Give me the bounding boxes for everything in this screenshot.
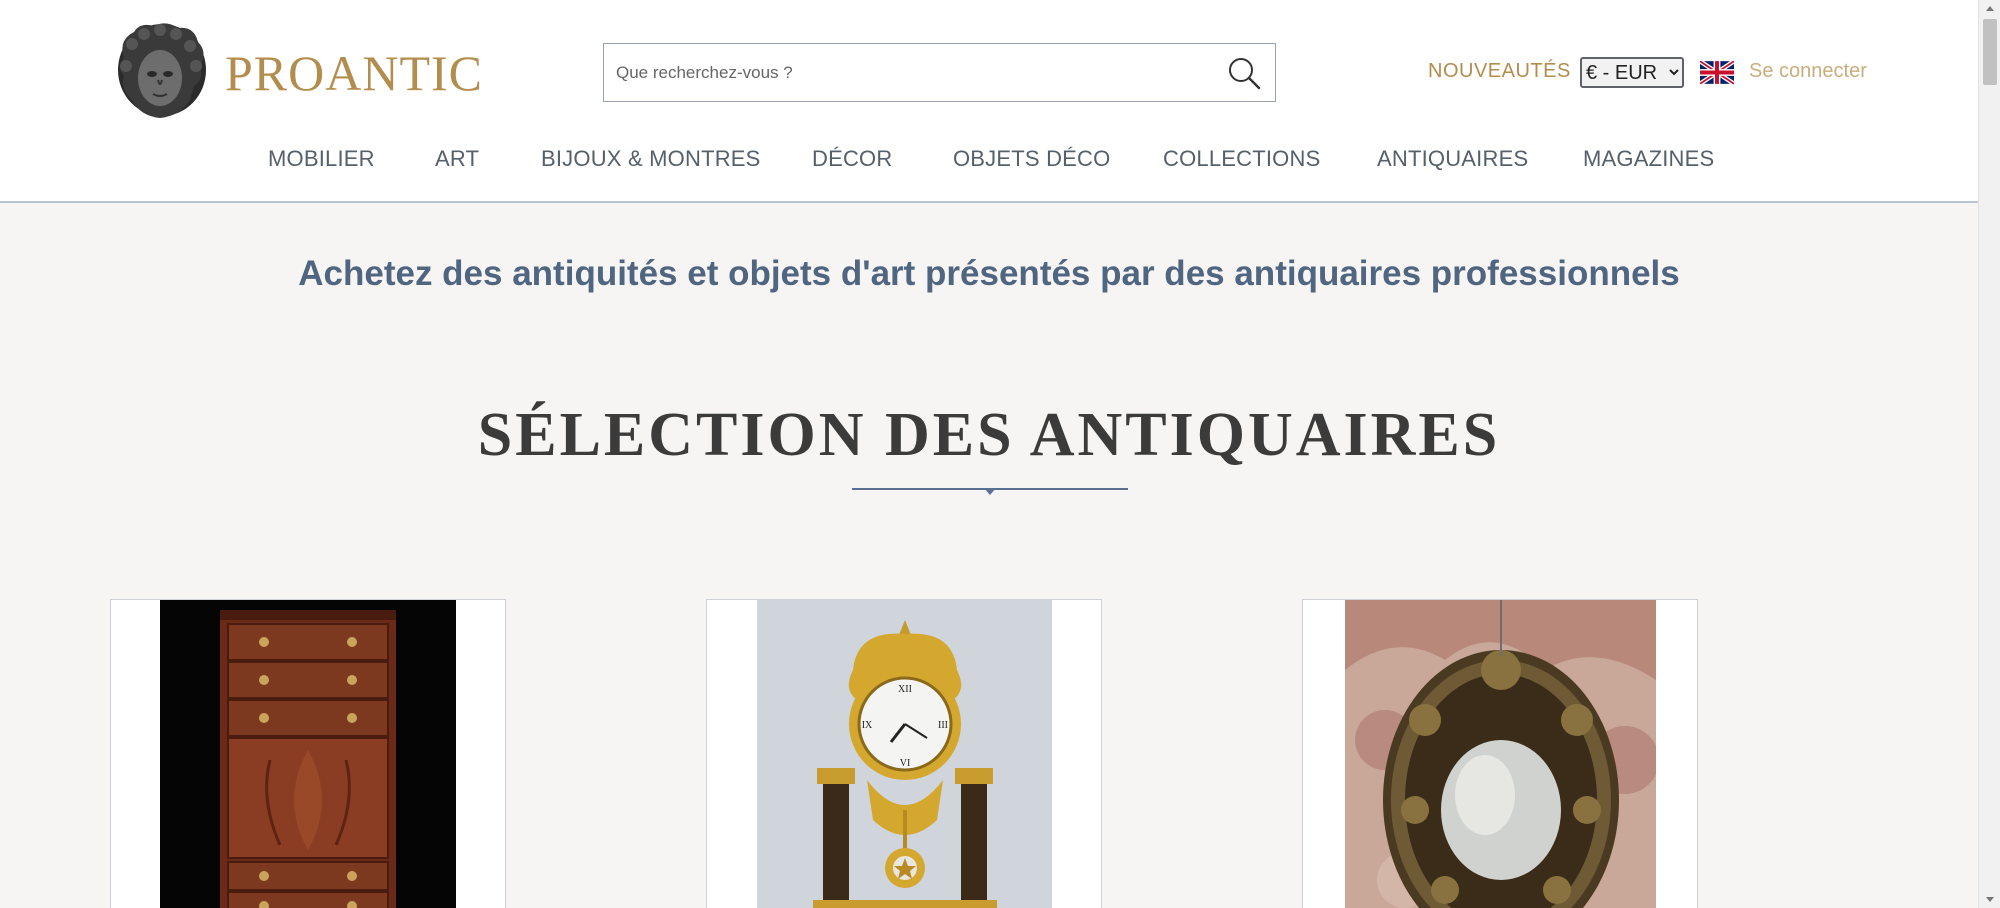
search-input[interactable]	[616, 44, 1206, 101]
mahogany-chest-of-drawers-image	[160, 600, 456, 908]
nav-item-art[interactable]: ART	[435, 146, 479, 172]
nav-item-mobilier[interactable]: MOBILIER	[268, 146, 375, 172]
svg-text:IX: IX	[862, 720, 873, 731]
search-icon[interactable]	[1227, 56, 1261, 90]
nav-item-antiquaires[interactable]: ANTIQUAIRES	[1377, 146, 1528, 172]
nav-item-collections[interactable]: COLLECTIONS	[1163, 146, 1320, 172]
nav-item-objets-deco[interactable]: OBJETS DÉCO	[953, 146, 1110, 172]
carved-gilt-wood-mirror-image	[1345, 600, 1656, 908]
divider-arrow-icon	[984, 488, 996, 495]
product-card-chest[interactable]	[110, 599, 506, 908]
gilt-bronze-portico-clock-image: XII III VI IX	[757, 600, 1052, 908]
currency-select[interactable]: € - EUR	[1580, 57, 1684, 88]
scroll-thumb[interactable]	[1983, 19, 1997, 85]
nav-item-decor[interactable]: DÉCOR	[812, 146, 892, 172]
svg-text:III: III	[938, 720, 948, 731]
nav-item-bijoux-montres[interactable]: BIJOUX & MONTRES	[541, 146, 761, 172]
product-card-mirror[interactable]	[1302, 599, 1698, 908]
nav-item-magazines[interactable]: MAGAZINES	[1583, 146, 1714, 172]
uk-flag-icon[interactable]	[1700, 61, 1734, 84]
svg-text:XII: XII	[898, 684, 912, 695]
new-arrivals-link[interactable]: NOUVEAUTÉS	[1428, 60, 1571, 83]
login-link[interactable]: Se connecter	[1749, 60, 1867, 83]
vertical-scrollbar[interactable]	[1978, 0, 2000, 908]
logo-wordmark[interactable]: PROANTIC	[225, 44, 483, 102]
section-title: SÉLECTION DES ANTIQUAIRES	[477, 401, 1501, 469]
scroll-up-arrow-icon[interactable]	[1979, 0, 2000, 17]
logo-bust-icon[interactable]	[110, 20, 210, 122]
tagline: Achetez des antiquités et objets d'art p…	[298, 254, 1680, 293]
product-card-clock[interactable]: XII III VI IX	[706, 599, 1102, 908]
search-box	[603, 43, 1276, 102]
scroll-down-arrow-icon[interactable]	[1979, 891, 2000, 908]
svg-text:VI: VI	[900, 758, 911, 769]
main-nav: MOBILIER ART BIJOUX & MONTRES DÉCOR OBJE…	[0, 146, 1978, 182]
site-header: PROANTIC NOUVEAUTÉS € - EUR Se connecter…	[0, 0, 1978, 203]
